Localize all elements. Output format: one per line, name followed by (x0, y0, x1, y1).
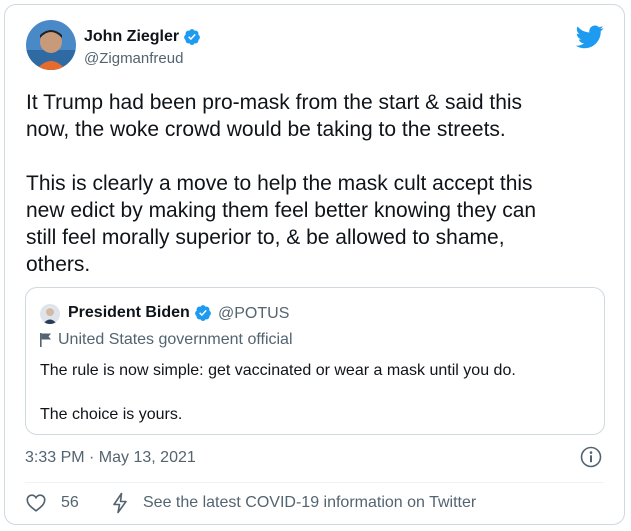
tweet-text: It Trump had been pro-mask from the star… (26, 89, 606, 278)
quoted-author-name-text: President Biden (68, 304, 190, 321)
verified-badge-icon (184, 29, 200, 45)
author-name-text: John Ziegler (84, 28, 180, 45)
author-name[interactable]: John Ziegler (84, 28, 201, 46)
tweet-paragraph: It Trump had been pro-mask from the star… (26, 91, 523, 141)
covid-info-link[interactable]: See the latest COVID-19 information on T… (111, 492, 476, 514)
heart-icon (26, 494, 46, 512)
verified-badge-icon (194, 305, 211, 321)
author-avatar[interactable] (26, 20, 76, 70)
tweet-timestamp[interactable]: 3:33 PM · May 13, 2021 (25, 449, 196, 467)
quoted-paragraph: The choice is yours. (40, 406, 183, 423)
flag-icon (40, 333, 51, 347)
quoted-text: The rule is now simple: get vaccinated o… (40, 360, 590, 426)
author-handle[interactable]: @Zigmanfreud (84, 50, 183, 67)
lightning-icon (113, 492, 127, 514)
quoted-avatar[interactable] (40, 304, 60, 324)
tweet-paragraph: This is clearly a move to help the mask … (26, 172, 537, 276)
quoted-author-name: President Biden (68, 304, 212, 322)
covid-info-text: See the latest COVID-19 information on T… (143, 494, 477, 511)
quoted-author-handle: @POTUS (218, 305, 290, 322)
divider (25, 482, 604, 483)
quoted-tweet[interactable]: President Biden @POTUS United States gov… (25, 287, 605, 435)
quoted-paragraph: The rule is now simple: get vaccinated o… (40, 362, 516, 379)
twitter-bird-icon[interactable] (576, 25, 604, 49)
government-label-text: United States government official (58, 331, 293, 348)
info-icon[interactable] (580, 446, 602, 468)
like-count: 56 (61, 494, 79, 511)
government-label: United States government official (40, 331, 293, 349)
like-button[interactable]: 56 (25, 492, 79, 514)
tweet-card: John Ziegler @Zigmanfreud It Trump had b… (4, 4, 625, 525)
